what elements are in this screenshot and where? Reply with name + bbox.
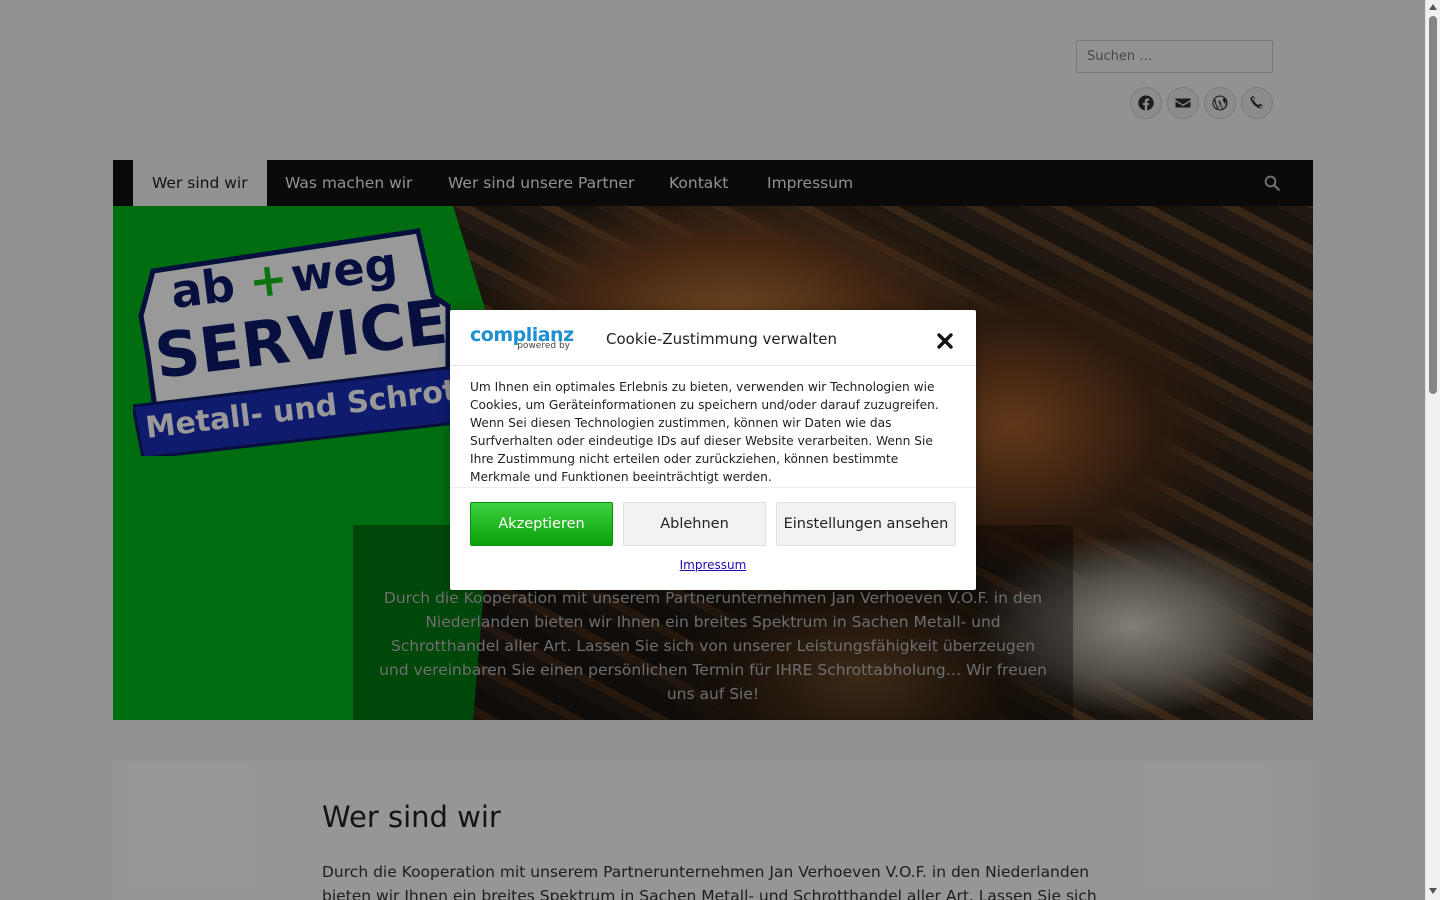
- divider: [450, 487, 976, 488]
- close-icon[interactable]: [936, 332, 954, 350]
- page: Wer sind wir Was machen wir Wer sind uns…: [0, 0, 1425, 900]
- cookie-dialog-header: complianz powered by Cookie-Zustimmung v…: [450, 310, 976, 366]
- page-scrollbar[interactable]: [1425, 0, 1440, 900]
- cookie-dialog-text: Um Ihnen ein optimales Erlebnis zu biete…: [470, 380, 939, 484]
- cookie-consent-dialog: complianz powered by Cookie-Zustimmung v…: [450, 310, 976, 590]
- cookie-dialog-title: Cookie-Zustimmung verwalten: [606, 330, 838, 348]
- brand-powered-by: powered by: [517, 341, 570, 351]
- impressum-link[interactable]: Impressum: [450, 558, 976, 572]
- view-preferences-button[interactable]: Einstellungen ansehen: [776, 502, 956, 546]
- scroll-thumb[interactable]: [1429, 16, 1437, 394]
- complianz-logo: complianz powered by: [470, 324, 574, 352]
- deny-button[interactable]: Ablehnen: [623, 502, 766, 546]
- accept-button[interactable]: Akzeptieren: [470, 502, 613, 546]
- scroll-up-arrow[interactable]: [1429, 4, 1437, 10]
- scroll-down-arrow[interactable]: [1429, 888, 1437, 894]
